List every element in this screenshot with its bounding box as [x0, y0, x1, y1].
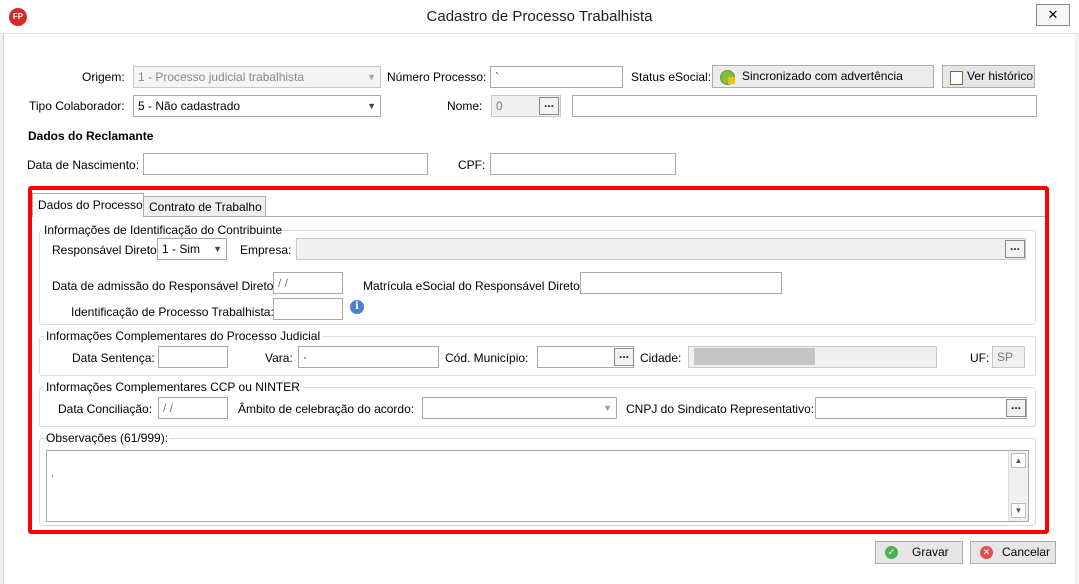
ident-processo-input[interactable] — [273, 298, 343, 320]
uf-input[interactable]: SP — [992, 346, 1025, 368]
cancel-icon: ✕ — [980, 546, 993, 559]
data-conciliacao-input[interactable]: / / — [158, 397, 228, 419]
info-icon[interactable]: i — [350, 300, 364, 314]
gravar-button[interactable]: ✓ Gravar — [875, 541, 963, 564]
scroll-up-icon[interactable]: ▲ — [1011, 453, 1026, 468]
title-bar: FP Cadastro de Processo Trabalhista ✕ — [0, 0, 1079, 34]
ver-historico-button[interactable]: Ver histórico — [942, 65, 1035, 88]
cnpj-input[interactable] — [815, 397, 1027, 419]
matricula-input[interactable] — [580, 272, 782, 294]
left-edge-strip — [0, 34, 4, 584]
data-admissao-label: Data de admissão do Responsável Direto: — [52, 279, 277, 293]
cod-municipio-label: Cód. Município: — [445, 351, 529, 365]
uf-label: UF: — [970, 351, 990, 365]
status-esocial-button[interactable]: Sincronizado com advertência — [712, 65, 934, 88]
window-title: Cadastro de Processo Trabalhista — [426, 8, 653, 25]
origem-label: Origem: — [82, 70, 125, 84]
cidade-label: Cidade: — [640, 351, 682, 365]
data-admissao-input[interactable]: / / — [273, 272, 343, 294]
right-edge-strip — [1075, 34, 1079, 584]
numero-processo-label: Número Processo: — [387, 70, 487, 84]
chevron-down-icon: ▼ — [213, 244, 222, 254]
chevron-down-icon: ▼ — [367, 101, 376, 111]
tab-contrato-de-trabalho[interactable]: Contrato de Trabalho — [143, 196, 266, 216]
status-esocial-label: Status eSocial: — [631, 70, 712, 84]
check-icon: ✓ — [885, 546, 898, 559]
data-nascimento-input[interactable] — [143, 153, 428, 175]
tab-dados-do-processo[interactable]: Dados do Processo — [32, 193, 144, 217]
cpf-input[interactable] — [490, 153, 676, 175]
nome-input[interactable] — [572, 95, 1037, 117]
observacoes-title: Observações (61/999): — [44, 431, 171, 445]
cnpj-label: CNPJ do Sindicato Representativo: — [626, 402, 815, 416]
judicial-title: Informações Complementares do Processo J… — [44, 329, 323, 343]
responsavel-label: Responsável Direto: — [52, 243, 161, 257]
scroll-down-icon[interactable]: ▼ — [1011, 503, 1026, 518]
data-sentenca-label: Data Sentença: — [72, 351, 155, 365]
tipo-colaborador-label: Tipo Colaborador: — [29, 99, 125, 113]
data-nascimento-label: Data de Nascimento: — [27, 158, 140, 172]
vara-input[interactable]: · — [298, 346, 439, 368]
data-sentenca-input[interactable] — [158, 346, 228, 368]
numero-processo-input[interactable]: ` — [490, 66, 623, 88]
close-icon: ✕ — [1047, 7, 1059, 22]
ambito-select[interactable]: ▼ — [422, 397, 617, 419]
matricula-label: Matrícula eSocial do Responsável Direto — [363, 279, 580, 293]
tipo-colaborador-select[interactable]: 5 - Não cadastrado ▼ — [133, 95, 381, 117]
observacoes-textarea[interactable]: , — [46, 450, 1029, 522]
empresa-input[interactable] — [296, 238, 1026, 260]
cod-municipio-lookup-button[interactable]: ... — [614, 348, 634, 366]
cancelar-button[interactable]: ✕ Cancelar — [970, 541, 1056, 564]
origem-select[interactable]: 1 - Processo judicial trabalhista ▼ — [133, 66, 381, 88]
ident-processo-label: Identificação de Processo Trabalhista: — [71, 305, 274, 319]
cpf-label: CPF: — [458, 158, 486, 172]
sync-warning-badge-icon — [728, 77, 735, 84]
data-conciliacao-label: Data Conciliação: — [58, 402, 153, 416]
nome-lookup-button[interactable]: ... — [539, 97, 559, 115]
identificacao-title: Informações de Identificação do Contribu… — [42, 223, 285, 237]
empresa-label: Empresa: — [240, 243, 292, 257]
vara-label: Vara: — [265, 351, 293, 365]
responsavel-select[interactable]: 1 - Sim ▼ — [157, 238, 227, 260]
dados-reclamante-heading: Dados do Reclamante — [28, 129, 154, 143]
nome-label: Nome: — [447, 99, 483, 113]
observacoes-scrollbar[interactable]: ▲ ▼ — [1008, 451, 1028, 521]
history-icon — [950, 71, 963, 85]
chevron-down-icon: ▼ — [367, 72, 376, 82]
ccp-title: Informações Complementares CCP ou NINTER — [44, 380, 302, 394]
close-button[interactable]: ✕ — [1036, 4, 1070, 26]
cidade-redacted-block — [694, 348, 815, 365]
empresa-lookup-button[interactable]: ... — [1005, 240, 1025, 258]
cnpj-lookup-button[interactable]: ... — [1006, 399, 1026, 417]
ambito-label: Âmbito de celebração do acordo: — [238, 402, 415, 416]
chevron-down-icon: ▼ — [603, 403, 612, 413]
